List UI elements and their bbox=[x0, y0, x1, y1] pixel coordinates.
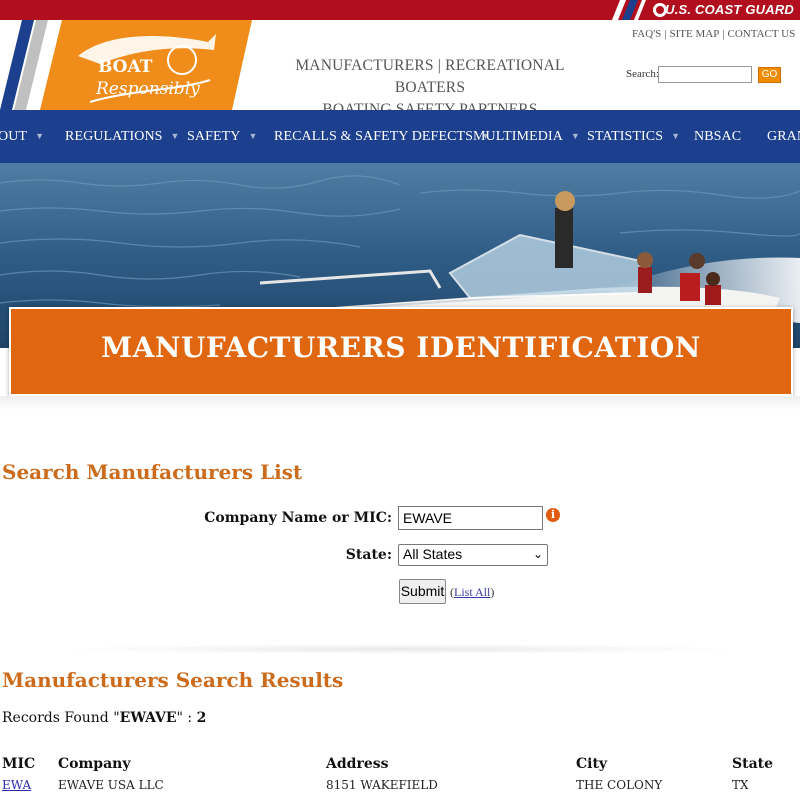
mic-link[interactable]: EWA bbox=[2, 778, 31, 792]
nav-item-label: RECALLS & SAFETY DEFECTS bbox=[274, 129, 474, 144]
cell-address: 8151 WAKEFIELD bbox=[326, 778, 438, 792]
boat-responsibly-logo[interactable]: BOAT Responsibly bbox=[40, 20, 252, 110]
site-search-label: Search: bbox=[626, 68, 659, 80]
nav-item-label: GRANT bbox=[767, 129, 800, 144]
company-name-label: Company Name or MIC: bbox=[204, 510, 392, 526]
search-section-heading: Search Manufacturers List bbox=[2, 460, 303, 484]
state-select[interactable]: All States ⌄ bbox=[398, 544, 548, 566]
faqs-link[interactable]: FAQ'S bbox=[632, 28, 661, 40]
info-icon[interactable]: i bbox=[546, 508, 560, 522]
submit-button[interactable]: Submit bbox=[399, 579, 446, 604]
logo-text-boat: BOAT bbox=[98, 57, 153, 77]
chevron-down-icon: ▼ bbox=[671, 131, 681, 142]
cell-company: EWAVE USA LLC bbox=[58, 778, 164, 792]
nav-item-label: OUT bbox=[0, 129, 28, 144]
column-header-mic[interactable]: MIC bbox=[2, 756, 35, 772]
contact-us-link[interactable]: CONTACT US bbox=[728, 28, 796, 40]
nav-item-safety[interactable]: SAFETY ▼ bbox=[187, 110, 258, 163]
link-separator: | bbox=[664, 28, 667, 40]
page-title-banner: MANUFACTURERS IDENTIFICATION bbox=[9, 307, 793, 396]
column-header-city[interactable]: City bbox=[576, 756, 607, 772]
records-found: Records Found "EWAVE" : 2 bbox=[2, 710, 206, 726]
logo-graphic: BOAT Responsibly bbox=[40, 20, 252, 110]
records-suffix: " : bbox=[176, 710, 197, 726]
manufacturers-link[interactable]: MANUFACTURERS bbox=[295, 57, 433, 74]
nav-item-statistics[interactable]: STATISTICS ▼ bbox=[587, 110, 680, 163]
state-label: State: bbox=[345, 547, 392, 563]
records-count: 2 bbox=[196, 710, 207, 726]
banner-shadow bbox=[0, 396, 800, 410]
chevron-down-icon: ▼ bbox=[570, 131, 580, 142]
uscg-stripes-icon bbox=[612, 0, 667, 20]
chevron-down-icon: ▼ bbox=[170, 131, 180, 142]
uscg-wordmark[interactable]: U.S. COAST GUARD bbox=[665, 2, 794, 17]
cell-state: TX bbox=[732, 778, 749, 792]
list-all-link[interactable]: List All bbox=[454, 585, 490, 599]
list-all-wrapper: (List All) bbox=[450, 585, 495, 599]
chevron-down-icon: ⌄ bbox=[532, 547, 543, 561]
records-query: EWAVE bbox=[119, 710, 177, 726]
column-header-address[interactable]: Address bbox=[326, 756, 389, 772]
column-header-company[interactable]: Company bbox=[58, 756, 130, 772]
cell-city: THE COLONY bbox=[576, 778, 663, 792]
page-title: MANUFACTURERS IDENTIFICATION bbox=[101, 331, 701, 364]
site-search-go-button[interactable]: GO bbox=[758, 67, 781, 83]
main-nav: OUT ▼ REGULATIONS ▼ SAFETY ▼ RECALLS & SAFE… bbox=[0, 110, 800, 163]
chevron-down-icon: ▼ bbox=[248, 131, 258, 142]
company-name-input[interactable] bbox=[398, 506, 543, 530]
nav-item-label: STATISTICS bbox=[587, 129, 664, 144]
nav-item-label: SAFETY bbox=[187, 129, 241, 144]
utility-links: FAQ'S | SITE MAP | CONTACT US bbox=[632, 28, 795, 40]
site-map-link[interactable]: SITE MAP bbox=[670, 28, 720, 40]
cell-mic: EWA bbox=[2, 778, 31, 792]
nav-item-label: NBSAC bbox=[694, 129, 742, 144]
chevron-down-icon: ▼ bbox=[35, 131, 45, 142]
nav-item-regulations[interactable]: REGULATIONS ▼ bbox=[65, 110, 180, 163]
nav-item-nbsac[interactable]: NBSAC bbox=[694, 110, 741, 163]
logo-text-responsibly: Responsibly bbox=[95, 79, 200, 99]
nav-item-label: REGULATIONS bbox=[65, 129, 163, 144]
nav-item-label: MULTIMEDIA bbox=[473, 129, 563, 144]
nav-item-about[interactable]: OUT ▼ bbox=[0, 110, 44, 163]
state-select-value: All States bbox=[403, 546, 463, 562]
nav-item-recalls[interactable]: RECALLS & SAFETY DEFECTS ▼ bbox=[274, 110, 490, 163]
column-header-state[interactable]: State bbox=[732, 756, 773, 772]
link-separator: | bbox=[722, 28, 725, 40]
section-divider bbox=[60, 644, 740, 654]
nav-item-grants[interactable]: GRANT bbox=[767, 110, 800, 163]
results-heading: Manufacturers Search Results bbox=[2, 668, 344, 692]
nav-item-multimedia[interactable]: MULTIMEDIA ▼ bbox=[473, 110, 580, 163]
records-prefix: Records Found " bbox=[2, 710, 120, 726]
site-search-input[interactable] bbox=[658, 66, 752, 83]
